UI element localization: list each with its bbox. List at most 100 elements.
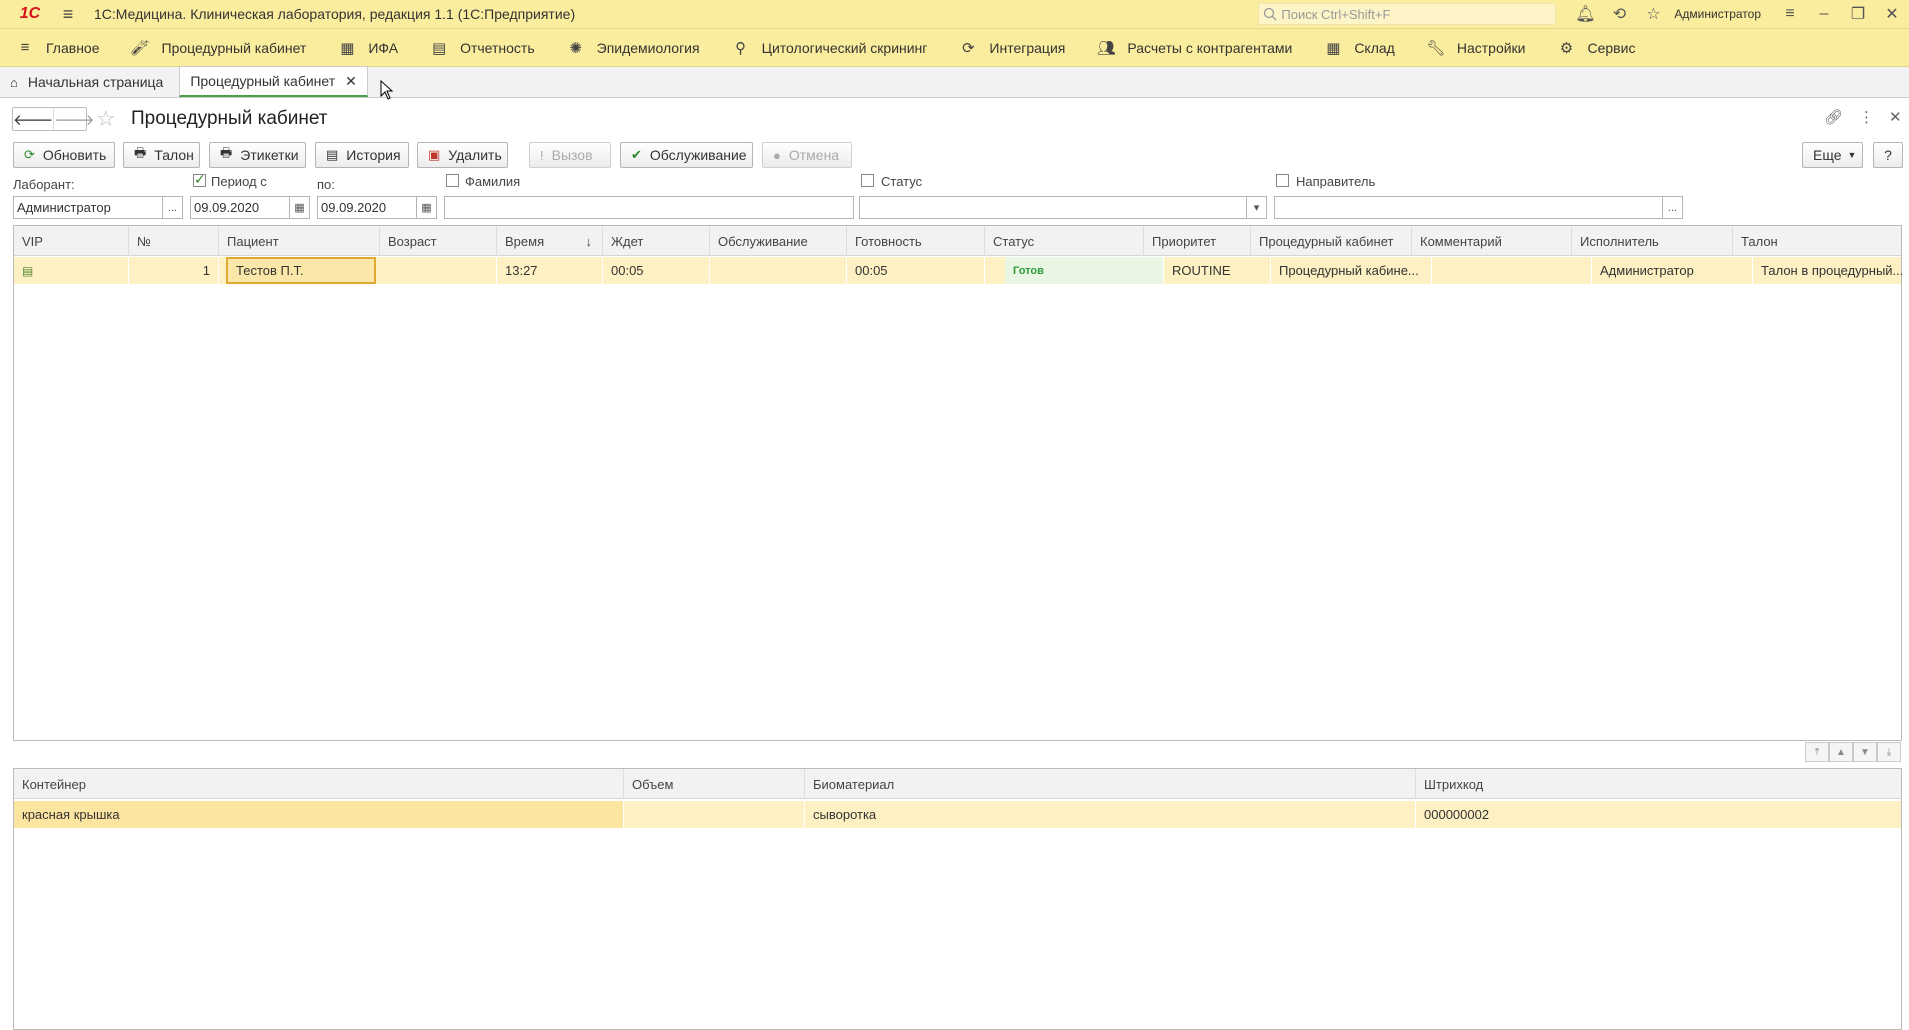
section-warehouse[interactable]: ▦ Склад [1308,29,1411,67]
grid-icon: ▦ [340,39,355,57]
section-cytology[interactable]: ⚲ Цитологический скрининг [716,29,944,67]
date-from-field[interactable]: 09.09.2020 [190,196,290,219]
favorites-icon[interactable]: ☆ [1636,4,1670,24]
section-procedure-room[interactable]: 🧪︎ Процедурный кабинет [116,29,323,67]
status-field[interactable] [859,196,1247,219]
section-ifa[interactable]: ▦ ИФА [322,29,414,67]
patient-cell[interactable]: Тестов П.Т. [226,257,376,284]
table-row[interactable]: красная крышка сыворотка 000000002 [14,801,1903,828]
app-logo: 1С [19,5,41,22]
cancel-button[interactable]: ● Отмена [762,142,852,168]
surname-checkbox[interactable] [446,174,459,187]
call-button[interactable]: ! Вызов [529,142,611,168]
col-status[interactable]: Статус [985,226,1144,256]
status-badge: Готов [1005,257,1164,284]
col-ready[interactable]: Готовность [847,226,985,256]
document-icon: ▤ [326,147,339,162]
main-menu-icon[interactable]: ≡ [52,4,84,25]
section-settlements[interactable]: 👥︎ Расчеты с контрагентами [1081,29,1308,67]
col-service[interactable]: Обслуживание [710,226,847,256]
search-icon [1264,7,1277,21]
move-last-icon[interactable]: ⤓ [1877,742,1901,762]
search-input[interactable]: Поиск Ctrl+Shift+F [1258,3,1557,25]
col-biomaterial[interactable]: Биоматериал [805,769,1416,799]
restore-icon[interactable]: ❐ [1841,4,1875,24]
close-form-icon[interactable]: ✕ [1889,108,1902,126]
col-priority[interactable]: Приоритет [1144,226,1251,256]
container-cell[interactable]: красная крышка [14,801,624,828]
move-up-icon[interactable]: ▲ [1829,742,1853,762]
close-tab-icon[interactable]: ✕ [345,73,357,90]
referrer-field[interactable] [1274,196,1663,219]
tab-home[interactable]: ⌂ Начальная страница [0,67,173,97]
labels-button[interactable]: 🖶︎ Этикетки [209,142,306,168]
report-icon: ▤ [431,39,447,57]
notifications-icon[interactable]: 🔔︎ [1568,4,1602,24]
col-procedure-room[interactable]: Процедурный кабинет [1251,226,1412,256]
section-integration[interactable]: ⟳ Интеграция [943,29,1081,67]
col-time[interactable]: Время ↓ [497,226,603,256]
calendar-icon[interactable]: ▦ [417,196,437,219]
col-vip[interactable]: VIP [14,226,129,256]
service-button[interactable]: ✔ Обслуживание [620,142,753,168]
tab-procedure-room[interactable]: Процедурный кабинет ✕ [179,66,368,97]
history-button[interactable]: ▤ История [315,142,409,168]
section-service[interactable]: ⚙ Сервис [1542,29,1652,67]
col-number[interactable]: № [129,226,219,256]
date-to-field[interactable]: 09.09.2020 [317,196,417,219]
favorite-star-icon[interactable]: ☆ [96,106,116,132]
minimize-icon[interactable]: – [1807,5,1841,23]
status-checkbox[interactable] [861,174,874,187]
delete-icon: ▣ [428,147,441,162]
col-age[interactable]: Возраст [380,226,497,256]
current-user[interactable]: Администратор [1674,7,1761,21]
section-settings[interactable]: 🔧︎ Настройки [1411,29,1542,67]
age-cell [380,257,497,284]
move-first-icon[interactable]: ⤒ [1805,742,1829,762]
priority-cell: ROUTINE [1164,257,1271,284]
referrer-label: Направитель [1296,174,1376,189]
forward-arrow-icon[interactable]: 🡒 [53,108,94,130]
section-epidemiology[interactable]: ✺ Эпидемиология [551,29,716,67]
lab-field[interactable]: Администратор [13,196,163,219]
more-button[interactable]: Еще ▼ [1802,142,1863,168]
col-comment[interactable]: Комментарий [1412,226,1572,256]
col-executor[interactable]: Исполнитель [1572,226,1733,256]
settings-menu-icon[interactable]: ≡ [1773,5,1807,23]
section-reports[interactable]: ▤ Отчетность [414,29,551,67]
col-container[interactable]: Контейнер [14,769,624,799]
sort-down-icon: ↓ [585,233,593,249]
move-down-icon[interactable]: ▼ [1853,742,1877,762]
lab-select-button[interactable]: ... [163,196,183,219]
back-arrow-icon[interactable]: 🡐 [13,108,53,130]
containers-table[interactable]: Контейнер Объем Биоматериал Штрихкод кра… [13,768,1903,1030]
table-row[interactable]: ▤ 1 Тестов П.Т. 13:27 00:05 00:05 Готов … [14,257,1903,284]
sync-icon: ⟳ [962,39,975,57]
referrer-checkbox[interactable] [1276,174,1289,187]
dropdown-arrow-icon[interactable]: ▾ [1247,196,1267,219]
help-button[interactable]: ? [1873,142,1903,168]
col-volume[interactable]: Объем [624,769,805,799]
calendar-icon[interactable]: ▦ [290,196,310,219]
barcode-cell: 000000002 [1416,801,1903,828]
referrer-select-button[interactable]: ... [1663,196,1683,219]
patients-table[interactable]: VIP № Пациент Возраст Время ↓ Ждет Обслуж… [13,225,1903,741]
col-wait[interactable]: Ждет [603,226,710,256]
history-icon[interactable]: ⟲ [1602,4,1636,24]
delete-button[interactable]: ▣ Удалить [417,142,508,168]
test-tube-icon: 🧪︎ [130,39,151,57]
link-icon[interactable]: 🔗︎ [1824,108,1843,126]
col-patient[interactable]: Пациент [219,226,380,256]
ticket-cell: Талон в процедурный... [1753,257,1903,284]
surname-field[interactable] [444,196,854,219]
close-window-icon[interactable]: ✕ [1875,4,1909,24]
to-label: по: [317,177,335,192]
ticket-button[interactable]: 🖶︎ Талон [123,142,200,168]
more-vertical-icon[interactable]: ⋮ [1859,108,1874,126]
col-barcode[interactable]: Штрихкод [1416,769,1903,799]
section-main[interactable]: ≡ Главное [0,29,116,67]
period-checkbox[interactable] [193,171,206,188]
refresh-button[interactable]: ⟳ Обновить [13,142,115,168]
surname-label: Фамилия [465,174,521,189]
col-ticket[interactable]: Талон [1733,226,1903,256]
